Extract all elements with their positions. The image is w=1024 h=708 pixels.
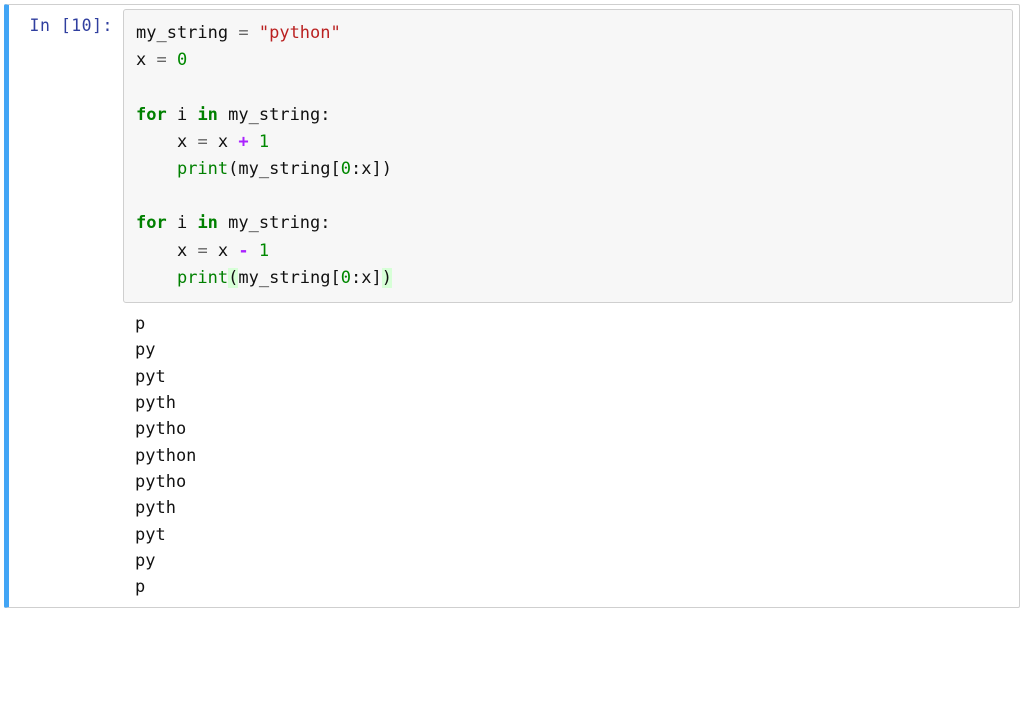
output-line: p	[135, 577, 145, 597]
code-text: 0	[341, 268, 351, 288]
code-indent	[136, 159, 177, 179]
code-indent	[136, 132, 177, 152]
code-line: for i in my_string:	[136, 105, 331, 125]
code-text: =	[156, 50, 166, 70]
code-builtin: print	[177, 268, 228, 288]
code-operator: -	[238, 241, 248, 261]
notebook-cell: In [10]: my_string = "python" x = 0 for …	[4, 4, 1020, 608]
code-text	[249, 23, 259, 43]
code-line: my_string = "python"	[136, 23, 341, 43]
code-text: =	[238, 23, 248, 43]
code-editor[interactable]: my_string = "python" x = 0 for i in my_s…	[123, 9, 1013, 303]
code-text: 1	[259, 241, 269, 261]
code-text	[249, 241, 259, 261]
code-text: my_string	[136, 23, 238, 43]
output-line: pytho	[135, 419, 186, 439]
code-text: :x]	[351, 268, 382, 288]
matched-bracket: (	[228, 268, 238, 288]
output-line: p	[135, 314, 145, 334]
code-line: x = x + 1	[136, 132, 269, 152]
code-builtin: print	[177, 159, 228, 179]
output-line: pyt	[135, 525, 166, 545]
code-line: for i in my_string:	[136, 213, 331, 233]
output-line: pyth	[135, 393, 176, 413]
code-keyword: in	[197, 105, 217, 125]
output-line: pyth	[135, 498, 176, 518]
code-indent	[136, 241, 177, 261]
code-text: i	[167, 213, 198, 233]
code-operator: +	[238, 132, 248, 152]
output-line: python	[135, 446, 196, 466]
output-line: py	[135, 551, 155, 571]
cell-body: my_string = "python" x = 0 for i in my_s…	[123, 9, 1013, 601]
code-text: x	[208, 132, 239, 152]
code-line: print(my_string[0:x])	[136, 159, 392, 179]
code-keyword: for	[136, 213, 167, 233]
code-text: x	[177, 241, 197, 261]
code-text	[249, 132, 259, 152]
code-text: "python"	[259, 23, 341, 43]
code-line: print(my_string[0:x])	[136, 268, 392, 288]
code-text: =	[197, 132, 207, 152]
output-line: pyt	[135, 367, 166, 387]
code-text: x	[208, 241, 239, 261]
code-keyword: in	[197, 213, 217, 233]
code-text: i	[167, 105, 198, 125]
code-text: my_string[	[238, 268, 340, 288]
output-line: py	[135, 340, 155, 360]
code-text: 1	[259, 132, 269, 152]
code-text	[167, 50, 177, 70]
code-line: x = 0	[136, 50, 187, 70]
code-text: 0	[341, 159, 351, 179]
code-indent	[136, 268, 177, 288]
code-line: x = x - 1	[136, 241, 269, 261]
code-text: 0	[177, 50, 187, 70]
code-text: :x])	[351, 159, 392, 179]
code-text: (my_string[	[228, 159, 341, 179]
code-text: my_string:	[218, 105, 331, 125]
code-text: =	[197, 241, 207, 261]
output-line: pytho	[135, 472, 186, 492]
code-text: x	[136, 50, 156, 70]
input-prompt: In [10]:	[13, 9, 123, 601]
matched-bracket: )	[382, 268, 392, 288]
code-keyword: for	[136, 105, 167, 125]
code-text: my_string:	[218, 213, 331, 233]
output-area: p py pyt pyth pytho python pytho pyth py…	[123, 303, 1013, 601]
code-text: x	[177, 132, 197, 152]
